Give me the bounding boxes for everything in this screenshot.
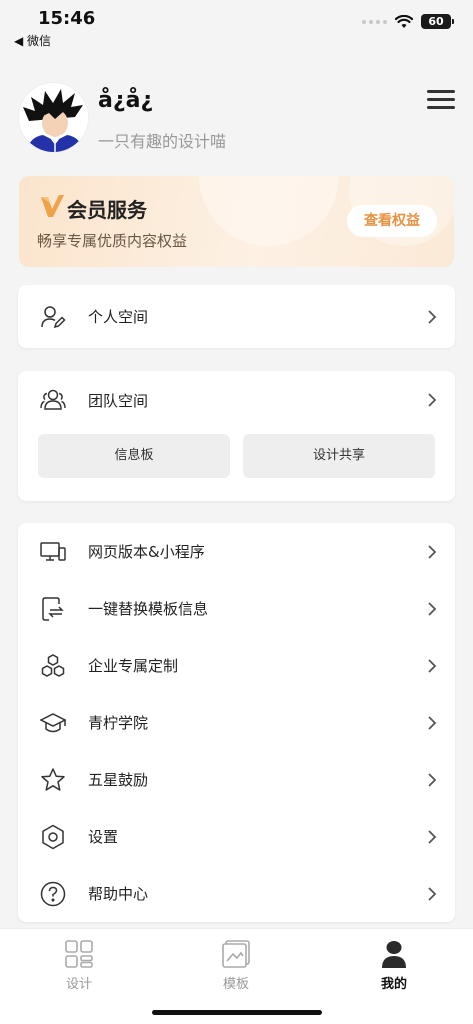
info-board-button[interactable]: 信息板 [38,434,230,478]
menu-item-five-star[interactable]: 五星鼓励 [18,751,455,808]
vip-title: 会员服务 [67,198,147,222]
menu-icon[interactable] [427,90,455,114]
tab-templates[interactable]: 模板 [196,939,276,992]
chevron-right-icon [428,309,437,324]
menu-item-academy[interactable]: 青柠学院 [18,694,455,751]
menu-item-help[interactable]: 帮助中心 [18,865,455,922]
menu-item-settings[interactable]: 设置 [18,808,455,865]
chevron-right-icon [428,393,437,407]
tab-label: 设计 [65,977,92,992]
menu-item-web-miniprogram[interactable]: 网页版本&小程序 [18,523,455,580]
personal-space-card: 个人空间 [18,285,455,348]
team-space-row[interactable]: 团队空间 [18,371,455,429]
profile-header: å¿å¿ 一只有趣的设计喵 [18,82,455,157]
chevron-right-icon [428,829,437,844]
graduation-cap-icon [40,712,66,732]
menu-item-label: 网页版本&小程序 [88,543,205,561]
menu-item-replace-template[interactable]: 一键替换模板信息 [18,580,455,637]
chevron-right-icon [428,601,437,616]
home-indicator [152,1010,322,1015]
menu-item-label: 企业专属定制 [88,657,179,675]
menu-item-label: 青柠学院 [88,714,149,732]
replace-icon [42,596,64,621]
tab-design[interactable]: 设计 [39,939,119,992]
personal-space-row[interactable]: 个人空间 [18,285,455,348]
question-icon [40,881,66,906]
hexagons-icon [41,653,65,677]
gear-icon [42,824,64,849]
menu-item-label: 一键替换模板信息 [88,600,209,618]
chevron-right-icon [428,886,437,901]
settings-menu-card: 网页版本&小程序 一键替换模板信息 企业专属定制 青柠学院 五星鼓励 设置 帮助… [18,523,455,922]
tab-label: 我的 [380,977,407,992]
star-icon [41,767,65,791]
chevron-right-icon [428,715,437,730]
decoration [199,176,339,246]
status-bar: 15:46 ◀ 微信 60 [0,0,473,50]
grid-icon [65,940,93,968]
team-space-label: 团队空间 [88,391,149,410]
menu-item-label: 帮助中心 [88,885,149,903]
view-benefits-button[interactable]: 查看权益 [347,205,437,237]
user-bio: 一只有趣的设计喵 [98,132,227,151]
team-space-card: 团队空间 信息板 设计共享 [18,371,455,501]
chevron-right-icon [428,658,437,673]
menu-item-label: 设置 [88,828,119,846]
back-to-app-link[interactable]: ◀ 微信 [14,32,51,49]
avatar[interactable] [18,82,89,153]
status-time: 15:46 [38,8,96,29]
team-icon [40,389,66,410]
design-share-button[interactable]: 设计共享 [243,434,435,478]
wifi-icon [395,14,413,28]
vip-logo-icon [41,195,64,217]
tab-label: 模板 [222,977,249,992]
monitor-phone-icon [40,541,66,561]
menu-item-label: 五星鼓励 [88,771,149,789]
battery-icon: 60 [421,14,454,29]
person-edit-icon [41,305,66,328]
chevron-right-icon [428,544,437,559]
team-sub-buttons: 信息板 设计共享 [38,434,435,478]
menu-item-enterprise[interactable]: 企业专属定制 [18,637,455,694]
signal-icon [362,19,387,24]
username: å¿å¿ [98,88,154,113]
personal-space-label: 个人空间 [88,308,149,326]
person-icon [382,941,406,968]
tab-mine[interactable]: 我的 [354,939,434,992]
chevron-right-icon [428,772,437,787]
vip-subtitle: 畅享专属优质内容权益 [37,232,188,250]
vip-card[interactable]: 会员服务 畅享专属优质内容权益 查看权益 [19,176,454,267]
template-icon [222,940,250,968]
status-icons: 60 [362,14,454,29]
